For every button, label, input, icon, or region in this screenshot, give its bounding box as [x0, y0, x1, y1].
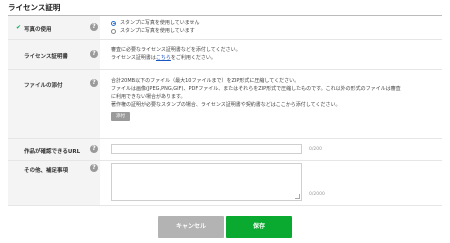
- resize-handle-icon[interactable]: [295, 194, 300, 199]
- license-doc-label-cell: ライセンス証明書 ?: [8, 40, 100, 69]
- license-doc-line2-prefix: ライセンス証明書は: [111, 55, 156, 61]
- license-doc-row: ライセンス証明書 ? 審査に必要なライセンス証明書などを添付してください。 ライ…: [8, 40, 442, 70]
- radio-button[interactable]: [111, 28, 116, 34]
- file-attach-line3: に利用できない場合があります。: [111, 94, 186, 100]
- photo-option-none-label: スタンプに写真を使用していません: [120, 20, 200, 26]
- section-title: ライセンス証明: [8, 3, 61, 12]
- file-attach-text: 合計20MB以下のファイル（最大10ファイルまで）をZIP形式に圧縮してください…: [111, 77, 438, 121]
- license-doc-text: 審査に必要なライセンス証明書などを添付してください。 ライセンス証明書はこちらを…: [111, 46, 438, 62]
- work-url-label-cell: 作品が確認できるURL ?: [8, 139, 100, 160]
- other-notes-row: その他、補足事項 ? 0/2000: [8, 161, 442, 206]
- file-attach-line1: 合計20MB以下のファイル（最大10ファイルまで）をZIP形式に圧縮してください…: [111, 78, 300, 84]
- other-notes-counter: 0/2000: [309, 192, 325, 197]
- license-template-link[interactable]: こちら: [156, 55, 171, 61]
- radio-button-selected[interactable]: [111, 20, 116, 26]
- file-attach-line2: ファイルは画像(JPEG,PNG,GIF)、PDFファイル、またはそれらをZIP…: [111, 86, 401, 92]
- help-icon[interactable]: ?: [90, 164, 98, 172]
- photo-usage-label: 写真の使用: [24, 27, 52, 33]
- file-attach-label-cell: ファイルの添付 ?: [8, 70, 100, 138]
- other-notes-label: その他、補足事項: [24, 168, 69, 174]
- work-url-counter: 0/200: [309, 147, 322, 152]
- license-doc-line2-suffix: をご利用ください。: [170, 55, 216, 61]
- other-notes-label-cell: その他、補足事項 ?: [8, 161, 100, 205]
- photo-usage-label-cell: ✔ 写真の使用 ?: [8, 16, 100, 39]
- help-icon[interactable]: ?: [90, 23, 98, 31]
- file-attach-line4: 著作権の証明が必要なスタンプの場合、ライセンス証明書や契約書などはここから添付し…: [111, 102, 341, 108]
- help-icon[interactable]: ?: [90, 50, 98, 58]
- license-doc-line2: ライセンス証明書はこちらをご利用ください。: [111, 54, 438, 62]
- attach-button[interactable]: 添付: [111, 112, 130, 121]
- other-notes-textarea[interactable]: [111, 163, 302, 201]
- file-attach-label: ファイルの添付: [24, 83, 63, 89]
- help-icon[interactable]: ?: [90, 145, 98, 153]
- help-icon[interactable]: ?: [90, 79, 98, 87]
- work-url-row: 作品が確認できるURL ? 0/200: [8, 139, 442, 161]
- photo-usage-options: スタンプに写真を使用していません スタンプに写真を使用しています: [111, 19, 438, 35]
- photo-option-used[interactable]: スタンプに写真を使用しています: [111, 27, 438, 35]
- license-doc-label: ライセンス証明書: [24, 54, 68, 60]
- license-proof-page: ライセンス証明 ✔ 写真の使用 ? スタンプに写真を使用していません スタンプに…: [0, 0, 450, 243]
- license-doc-line1: 審査に必要なライセンス証明書などを添付してください。: [111, 47, 241, 53]
- cancel-button[interactable]: キャンセル: [158, 216, 224, 238]
- photo-usage-row: ✔ 写真の使用 ? スタンプに写真を使用していません スタンプに写真を使用してい…: [8, 16, 442, 40]
- file-attach-row: ファイルの添付 ? 合計20MB以下のファイル（最大10ファイルまで）をZIP形…: [8, 70, 442, 139]
- save-button[interactable]: 保存: [226, 216, 292, 238]
- work-url-label: 作品が確認できるURL: [24, 149, 81, 155]
- check-icon: ✔: [16, 24, 22, 31]
- photo-option-none[interactable]: スタンプに写真を使用していません: [111, 19, 438, 27]
- work-url-input[interactable]: [111, 144, 302, 154]
- photo-option-used-label: スタンプに写真を使用しています: [120, 28, 195, 34]
